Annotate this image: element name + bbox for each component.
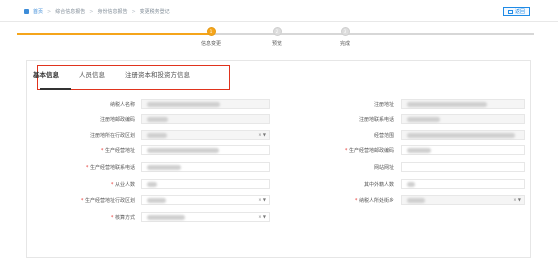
breadcrumb-item[interactable]: 身份信息报告 xyxy=(97,8,127,15)
stepper: 1 信息变更 2 预览 3 完成 xyxy=(0,22,558,51)
registered-postal-field[interactable] xyxy=(141,114,270,124)
business-scope-label: 经营范围 xyxy=(373,133,394,139)
form-row: * 生产经营地址行政区划 × ▼ * 纳税人所处街乡 × ▼ xyxy=(27,195,532,209)
prod-address-label: * 生产经营地址 xyxy=(100,148,135,154)
street-select[interactable]: × ▼ xyxy=(401,195,525,205)
step-progress-line xyxy=(17,33,210,35)
employees-label: * 从业人数 xyxy=(110,182,135,188)
tab-basic-info[interactable]: 基本信息 xyxy=(33,69,59,79)
taxpayer-name-field[interactable] xyxy=(141,99,270,109)
return-label: 返回 xyxy=(514,9,525,15)
street-label: * 纳税人所处街乡 xyxy=(354,198,394,204)
registered-phone-field[interactable] xyxy=(401,114,525,124)
breadcrumb-item: 变更税务登记 xyxy=(139,9,170,15)
business-scope-field[interactable] xyxy=(401,130,525,140)
form-panel: 基本信息 人员信息 注册资本和投资方信息 纳税人名称 注册地址 注册地邮政编码 … xyxy=(26,60,531,258)
prod-district-select[interactable]: × ▼ xyxy=(141,195,270,205)
form-row: * 从业人数 其中外籍人数 xyxy=(27,179,532,193)
registered-district-label: 注册地所在行政区划 xyxy=(89,133,135,139)
form-row: * 生产经营地联系电话 网站网址 xyxy=(27,162,532,176)
step-info-change: 1 信息变更 xyxy=(196,27,226,47)
prod-district-label: * 生产经营地址行政区划 xyxy=(80,198,135,204)
taxpayer-name-label: 纳税人名称 xyxy=(109,102,135,108)
prod-phone-field[interactable] xyxy=(141,162,270,172)
registered-postal-label: 注册地邮政编码 xyxy=(99,117,135,123)
return-icon xyxy=(507,9,513,14)
step-dot: 3 xyxy=(340,27,350,36)
accounting-method-label: * 核算方式 xyxy=(110,215,135,221)
step-dot: 1 xyxy=(206,27,216,36)
breadcrumb: 首页 > 综合信息报告 > 身份信息报告 > 变更税务登记 xyxy=(24,8,170,15)
active-tab-underline xyxy=(40,88,71,90)
prod-postal-label: * 生产经营地邮政编码 xyxy=(344,148,394,154)
breadcrumb-separator: > xyxy=(89,8,94,15)
step-label: 预览 xyxy=(271,41,282,47)
registered-phone-label: 注册地联系电话 xyxy=(358,117,394,123)
step-preview: 2 预览 xyxy=(262,27,292,47)
breadcrumb-separator: > xyxy=(131,8,136,15)
clear-dropdown-icons[interactable]: × ▼ xyxy=(513,197,521,202)
website-label: 网站网址 xyxy=(373,165,394,171)
return-button[interactable]: 返回 xyxy=(502,7,530,16)
registered-address-field[interactable] xyxy=(401,99,525,109)
top-bar: 首页 > 综合信息报告 > 身份信息报告 > 变更税务登记 返回 xyxy=(0,0,558,22)
step-label: 信息变更 xyxy=(200,41,221,47)
step-remaining-line xyxy=(210,33,534,35)
employees-field[interactable] xyxy=(141,179,270,189)
registered-district-select[interactable]: × ▼ xyxy=(141,130,270,140)
clear-dropdown-icons[interactable]: × ▼ xyxy=(258,214,266,219)
accounting-method-select[interactable]: × ▼ xyxy=(141,212,270,222)
clear-dropdown-icons[interactable]: × ▼ xyxy=(258,132,266,137)
foreign-employees-label: 其中外籍人数 xyxy=(363,182,394,188)
step-dot: 2 xyxy=(272,27,282,36)
tabs: 基本信息 人员信息 注册资本和投资方信息 xyxy=(33,69,190,79)
tab-capital-investor-info[interactable]: 注册资本和投资方信息 xyxy=(125,69,190,79)
tab-personnel-info[interactable]: 人员信息 xyxy=(79,69,105,79)
breadcrumb-item[interactable]: 综合信息报告 xyxy=(55,8,85,15)
website-field[interactable] xyxy=(401,162,525,172)
prod-postal-field[interactable] xyxy=(401,145,525,155)
breadcrumb-separator: > xyxy=(47,8,52,15)
foreign-employees-field[interactable] xyxy=(401,179,525,189)
form-row: 注册地邮政编码 注册地联系电话 xyxy=(27,114,532,128)
home-icon xyxy=(24,9,29,14)
step-complete: 3 完成 xyxy=(330,27,360,47)
registered-address-label: 注册地址 xyxy=(373,102,394,108)
breadcrumb-home[interactable]: 首页 xyxy=(33,8,43,15)
form-row: * 生产经营地址 * 生产经营地邮政编码 xyxy=(27,145,532,159)
prod-address-field[interactable] xyxy=(141,145,270,155)
form-row: 注册地所在行政区划 × ▼ 经营范围 xyxy=(27,130,532,144)
step-label: 完成 xyxy=(339,41,350,47)
form-row: * 核算方式 × ▼ xyxy=(27,212,532,226)
form-row: 纳税人名称 注册地址 xyxy=(27,99,532,113)
prod-phone-label: * 生产经营地联系电话 xyxy=(85,165,135,171)
clear-dropdown-icons[interactable]: × ▼ xyxy=(258,197,266,202)
